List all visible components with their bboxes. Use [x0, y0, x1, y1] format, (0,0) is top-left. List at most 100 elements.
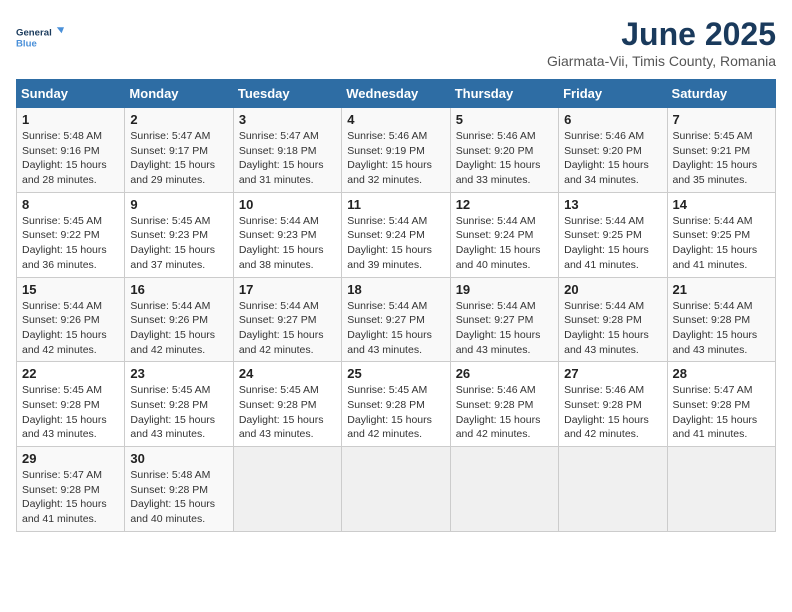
day-number: 9 [130, 197, 227, 212]
svg-text:Blue: Blue [16, 38, 37, 49]
day-info: Sunrise: 5:46 AM Sunset: 9:28 PM Dayligh… [456, 383, 553, 442]
table-row: 7 Sunrise: 5:45 AM Sunset: 9:21 PM Dayli… [667, 108, 775, 193]
calendar-week-row: 29 Sunrise: 5:47 AM Sunset: 9:28 PM Dayl… [17, 447, 776, 532]
day-info: Sunrise: 5:45 AM Sunset: 9:28 PM Dayligh… [347, 383, 444, 442]
table-row: 1 Sunrise: 5:48 AM Sunset: 9:16 PM Dayli… [17, 108, 125, 193]
day-info: Sunrise: 5:45 AM Sunset: 9:28 PM Dayligh… [130, 383, 227, 442]
day-number: 20 [564, 282, 661, 297]
day-info: Sunrise: 5:45 AM Sunset: 9:28 PM Dayligh… [239, 383, 336, 442]
table-row: 28 Sunrise: 5:47 AM Sunset: 9:28 PM Dayl… [667, 362, 775, 447]
day-number: 21 [673, 282, 770, 297]
day-info: Sunrise: 5:48 AM Sunset: 9:28 PM Dayligh… [130, 468, 227, 527]
table-row: 30 Sunrise: 5:48 AM Sunset: 9:28 PM Dayl… [125, 447, 233, 532]
header-tuesday: Tuesday [233, 80, 341, 108]
day-number: 19 [456, 282, 553, 297]
day-number: 14 [673, 197, 770, 212]
day-number: 22 [22, 366, 119, 381]
header-monday: Monday [125, 80, 233, 108]
day-number: 13 [564, 197, 661, 212]
day-number: 26 [456, 366, 553, 381]
calendar-week-row: 8 Sunrise: 5:45 AM Sunset: 9:22 PM Dayli… [17, 192, 776, 277]
header-saturday: Saturday [667, 80, 775, 108]
table-row [450, 447, 558, 532]
table-row: 21 Sunrise: 5:44 AM Sunset: 9:28 PM Dayl… [667, 277, 775, 362]
day-info: Sunrise: 5:48 AM Sunset: 9:16 PM Dayligh… [22, 129, 119, 188]
svg-text:General: General [16, 28, 52, 39]
header-wednesday: Wednesday [342, 80, 450, 108]
day-info: Sunrise: 5:44 AM Sunset: 9:24 PM Dayligh… [456, 214, 553, 273]
table-row: 24 Sunrise: 5:45 AM Sunset: 9:28 PM Dayl… [233, 362, 341, 447]
table-row: 17 Sunrise: 5:44 AM Sunset: 9:27 PM Dayl… [233, 277, 341, 362]
table-row: 9 Sunrise: 5:45 AM Sunset: 9:23 PM Dayli… [125, 192, 233, 277]
day-info: Sunrise: 5:44 AM Sunset: 9:25 PM Dayligh… [673, 214, 770, 273]
day-info: Sunrise: 5:44 AM Sunset: 9:27 PM Dayligh… [239, 299, 336, 358]
calendar-header-row: Sunday Monday Tuesday Wednesday Thursday… [17, 80, 776, 108]
day-number: 28 [673, 366, 770, 381]
day-number: 12 [456, 197, 553, 212]
day-number: 25 [347, 366, 444, 381]
day-number: 10 [239, 197, 336, 212]
day-number: 27 [564, 366, 661, 381]
day-info: Sunrise: 5:44 AM Sunset: 9:27 PM Dayligh… [347, 299, 444, 358]
table-row: 15 Sunrise: 5:44 AM Sunset: 9:26 PM Dayl… [17, 277, 125, 362]
table-row: 19 Sunrise: 5:44 AM Sunset: 9:27 PM Dayl… [450, 277, 558, 362]
subtitle: Giarmata-Vii, Timis County, Romania [547, 53, 776, 69]
logo-svg: General Blue [16, 16, 64, 60]
day-number: 3 [239, 112, 336, 127]
table-row: 20 Sunrise: 5:44 AM Sunset: 9:28 PM Dayl… [559, 277, 667, 362]
table-row: 25 Sunrise: 5:45 AM Sunset: 9:28 PM Dayl… [342, 362, 450, 447]
day-number: 7 [673, 112, 770, 127]
day-number: 29 [22, 451, 119, 466]
day-number: 8 [22, 197, 119, 212]
header-sunday: Sunday [17, 80, 125, 108]
day-info: Sunrise: 5:44 AM Sunset: 9:26 PM Dayligh… [130, 299, 227, 358]
day-info: Sunrise: 5:44 AM Sunset: 9:23 PM Dayligh… [239, 214, 336, 273]
calendar-week-row: 1 Sunrise: 5:48 AM Sunset: 9:16 PM Dayli… [17, 108, 776, 193]
day-info: Sunrise: 5:47 AM Sunset: 9:17 PM Dayligh… [130, 129, 227, 188]
title-area: June 2025 Giarmata-Vii, Timis County, Ro… [547, 16, 776, 69]
day-info: Sunrise: 5:47 AM Sunset: 9:28 PM Dayligh… [673, 383, 770, 442]
day-number: 11 [347, 197, 444, 212]
header-friday: Friday [559, 80, 667, 108]
day-number: 23 [130, 366, 227, 381]
table-row: 4 Sunrise: 5:46 AM Sunset: 9:19 PM Dayli… [342, 108, 450, 193]
table-row: 22 Sunrise: 5:45 AM Sunset: 9:28 PM Dayl… [17, 362, 125, 447]
table-row: 23 Sunrise: 5:45 AM Sunset: 9:28 PM Dayl… [125, 362, 233, 447]
day-info: Sunrise: 5:45 AM Sunset: 9:28 PM Dayligh… [22, 383, 119, 442]
day-number: 1 [22, 112, 119, 127]
day-info: Sunrise: 5:44 AM Sunset: 9:28 PM Dayligh… [673, 299, 770, 358]
day-info: Sunrise: 5:46 AM Sunset: 9:20 PM Dayligh… [564, 129, 661, 188]
day-number: 15 [22, 282, 119, 297]
logo: General Blue [16, 16, 64, 60]
table-row: 3 Sunrise: 5:47 AM Sunset: 9:18 PM Dayli… [233, 108, 341, 193]
day-info: Sunrise: 5:47 AM Sunset: 9:28 PM Dayligh… [22, 468, 119, 527]
table-row: 14 Sunrise: 5:44 AM Sunset: 9:25 PM Dayl… [667, 192, 775, 277]
day-number: 17 [239, 282, 336, 297]
day-info: Sunrise: 5:46 AM Sunset: 9:28 PM Dayligh… [564, 383, 661, 442]
day-info: Sunrise: 5:46 AM Sunset: 9:20 PM Dayligh… [456, 129, 553, 188]
table-row: 29 Sunrise: 5:47 AM Sunset: 9:28 PM Dayl… [17, 447, 125, 532]
table-row: 13 Sunrise: 5:44 AM Sunset: 9:25 PM Dayl… [559, 192, 667, 277]
table-row: 12 Sunrise: 5:44 AM Sunset: 9:24 PM Dayl… [450, 192, 558, 277]
table-row: 10 Sunrise: 5:44 AM Sunset: 9:23 PM Dayl… [233, 192, 341, 277]
table-row: 11 Sunrise: 5:44 AM Sunset: 9:24 PM Dayl… [342, 192, 450, 277]
table-row [233, 447, 341, 532]
calendar-week-row: 22 Sunrise: 5:45 AM Sunset: 9:28 PM Dayl… [17, 362, 776, 447]
table-row: 16 Sunrise: 5:44 AM Sunset: 9:26 PM Dayl… [125, 277, 233, 362]
day-number: 30 [130, 451, 227, 466]
day-number: 5 [456, 112, 553, 127]
day-number: 4 [347, 112, 444, 127]
day-info: Sunrise: 5:44 AM Sunset: 9:24 PM Dayligh… [347, 214, 444, 273]
day-info: Sunrise: 5:45 AM Sunset: 9:22 PM Dayligh… [22, 214, 119, 273]
day-info: Sunrise: 5:44 AM Sunset: 9:25 PM Dayligh… [564, 214, 661, 273]
main-title: June 2025 [547, 16, 776, 53]
day-info: Sunrise: 5:46 AM Sunset: 9:19 PM Dayligh… [347, 129, 444, 188]
table-row [342, 447, 450, 532]
day-info: Sunrise: 5:44 AM Sunset: 9:26 PM Dayligh… [22, 299, 119, 358]
day-number: 2 [130, 112, 227, 127]
day-info: Sunrise: 5:44 AM Sunset: 9:28 PM Dayligh… [564, 299, 661, 358]
header-thursday: Thursday [450, 80, 558, 108]
table-row: 26 Sunrise: 5:46 AM Sunset: 9:28 PM Dayl… [450, 362, 558, 447]
day-info: Sunrise: 5:44 AM Sunset: 9:27 PM Dayligh… [456, 299, 553, 358]
day-number: 6 [564, 112, 661, 127]
